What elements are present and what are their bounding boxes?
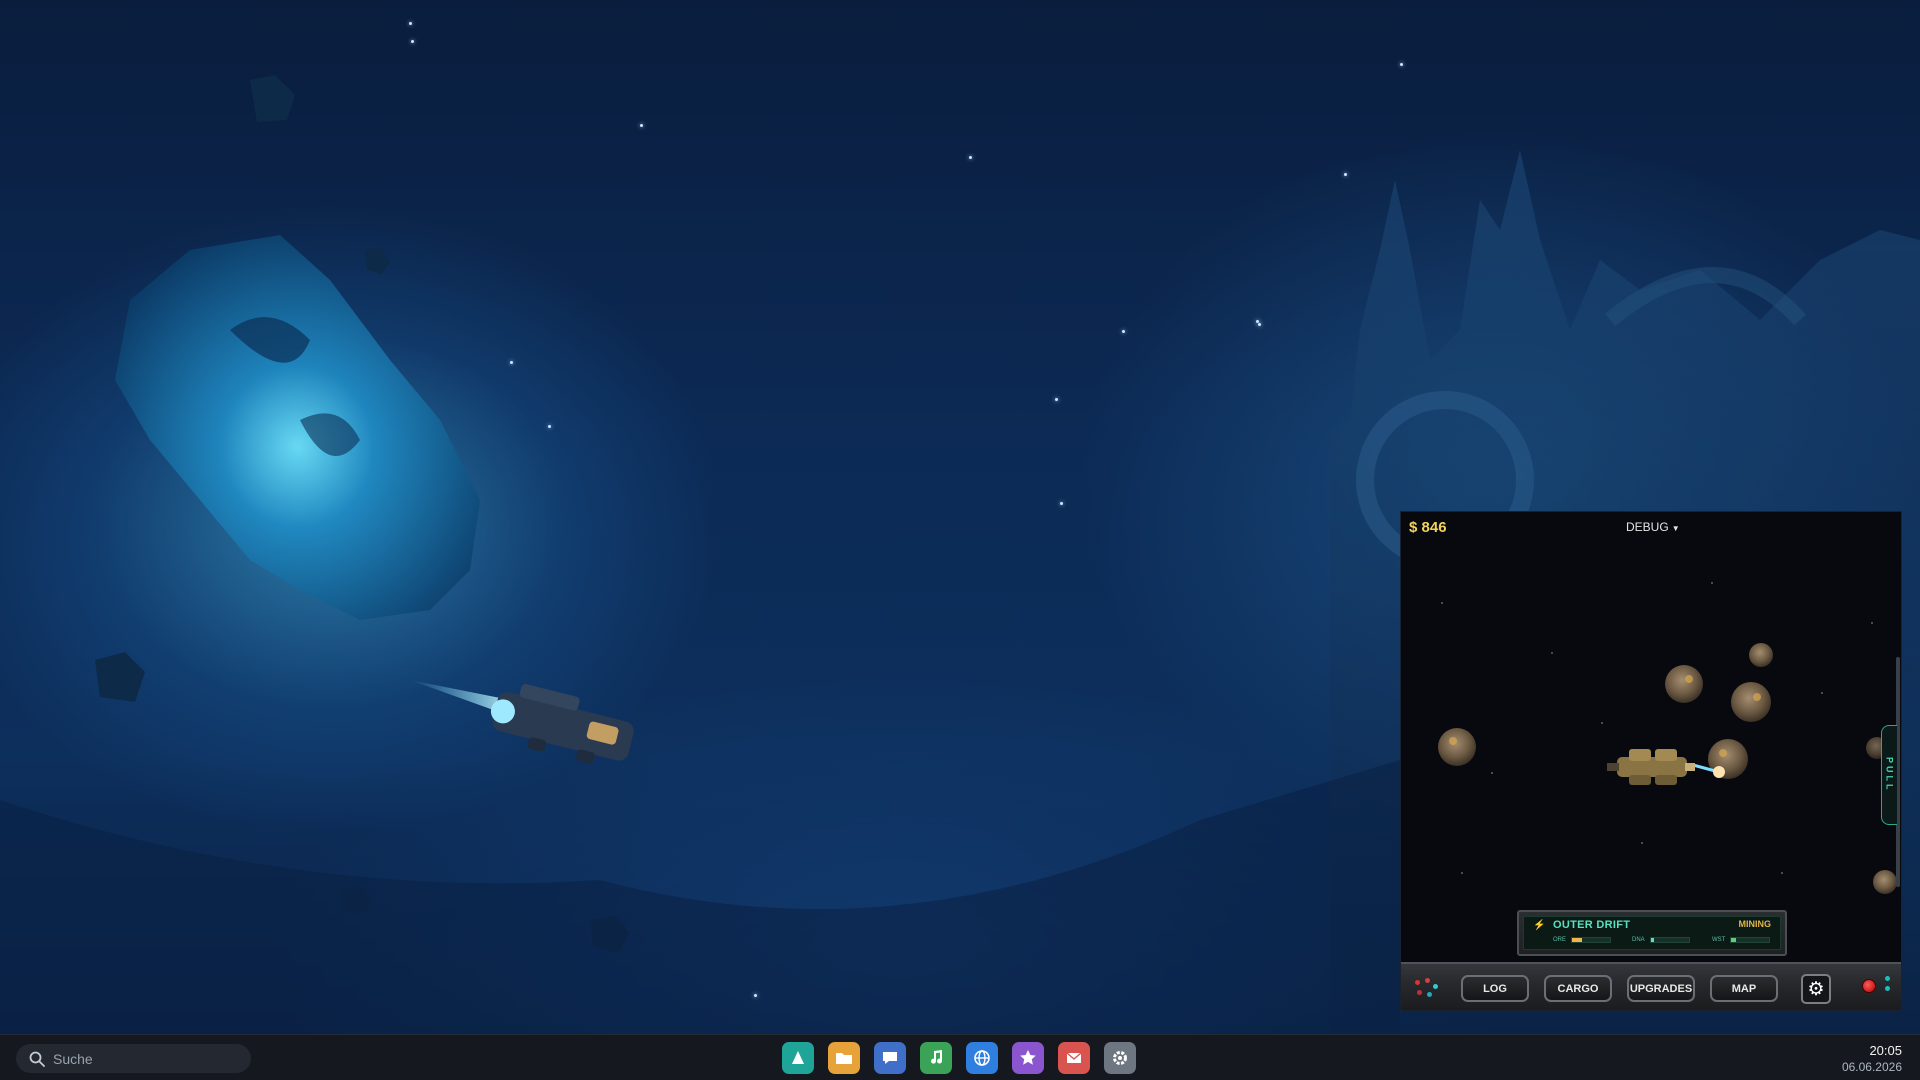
game-scene xyxy=(1438,643,1897,894)
taskbar: Suche 20:05 06.06.2026 xyxy=(0,1034,1920,1080)
resource-wst: WST xyxy=(1712,937,1771,943)
resource-label: ORE xyxy=(1553,937,1567,943)
settings-gear-button[interactable]: ⚙ xyxy=(1801,974,1831,1004)
resource-bar-fill xyxy=(1572,938,1582,942)
zone-status-panel: ⚡ OUTER DRIFT MINING ORE DNA WST xyxy=(1517,910,1787,956)
led-cyan xyxy=(1885,986,1890,991)
chat-icon[interactable] xyxy=(874,1042,906,1074)
resource-label: WST xyxy=(1712,937,1726,943)
led-red xyxy=(1415,980,1420,985)
browser-icon[interactable] xyxy=(966,1042,998,1074)
zone-activity-status: MINING xyxy=(1738,919,1772,929)
zone-name: OUTER DRIFT xyxy=(1553,919,1631,931)
resource-bar-track xyxy=(1571,937,1612,943)
asteroid xyxy=(115,235,480,620)
led-cyan xyxy=(1427,992,1432,997)
status-leds xyxy=(1413,978,1441,1000)
pull-tab-button[interactable]: PULL xyxy=(1881,725,1897,825)
search-placeholder: Suche xyxy=(53,1050,93,1067)
folder-icon[interactable] xyxy=(828,1042,860,1074)
led-cyan xyxy=(1433,984,1438,989)
resource-bar-track xyxy=(1649,937,1690,943)
resource-label: DNA xyxy=(1632,937,1645,943)
led-cyan xyxy=(1885,976,1890,981)
system-clock[interactable]: 20:05 06.06.2026 xyxy=(1842,1043,1902,1074)
game-playfield[interactable]: PULL xyxy=(1401,542,1901,920)
search-box[interactable]: Suche xyxy=(16,1044,251,1073)
app-dock xyxy=(782,1042,1136,1074)
debug-dropdown[interactable]: DEBUG ▼ xyxy=(1626,520,1680,534)
game-toolbar: LOG CARGO UPGRADES MAP ⚙ xyxy=(1401,962,1901,1010)
money-counter: $ 846 xyxy=(1409,519,1447,536)
settings-icon[interactable] xyxy=(1104,1042,1136,1074)
laser-impact xyxy=(1713,766,1725,778)
map-button[interactable]: MAP xyxy=(1710,975,1778,1002)
launcher-icon[interactable] xyxy=(782,1042,814,1074)
led-red xyxy=(1425,978,1430,983)
resource-bar-track xyxy=(1730,937,1771,943)
clock-time: 20:05 xyxy=(1869,1043,1902,1058)
spaceship-art xyxy=(490,684,634,764)
resource-bar-fill xyxy=(1731,938,1736,942)
pull-label: PULL xyxy=(1884,757,1895,793)
game-window[interactable]: $ 846 DEBUG ▼ PULL ⚡ OUTER DRIFT MINING … xyxy=(1401,512,1901,1010)
zone-icon: ⚡ xyxy=(1533,920,1546,931)
player-ship xyxy=(1607,749,1695,785)
debug-label: DEBUG xyxy=(1626,520,1669,534)
led-red xyxy=(1417,990,1422,995)
asteroid-3 xyxy=(1731,682,1771,722)
gear-icon: ⚙ xyxy=(1807,978,1825,1000)
asteroid-4 xyxy=(1749,643,1773,667)
cargo-button[interactable]: CARGO xyxy=(1544,975,1612,1002)
caret-down-icon: ▼ xyxy=(1671,524,1680,533)
star-icon[interactable] xyxy=(1012,1042,1044,1074)
asteroid-6 xyxy=(1873,870,1897,894)
search-icon xyxy=(29,1051,45,1067)
resource-ore: ORE xyxy=(1553,937,1612,943)
power-button[interactable] xyxy=(1862,979,1876,993)
resource-dna: DNA xyxy=(1632,937,1690,943)
clock-date: 06.06.2026 xyxy=(1841,1060,1902,1074)
resource-bar-fill xyxy=(1650,938,1655,942)
asteroid-2 xyxy=(1665,665,1703,703)
music-icon[interactable] xyxy=(920,1042,952,1074)
asteroid-1 xyxy=(1438,728,1476,766)
upgrades-button[interactable]: UPGRADES xyxy=(1627,975,1695,1002)
mail-icon[interactable] xyxy=(1058,1042,1090,1074)
log-button[interactable]: LOG xyxy=(1461,975,1529,1002)
